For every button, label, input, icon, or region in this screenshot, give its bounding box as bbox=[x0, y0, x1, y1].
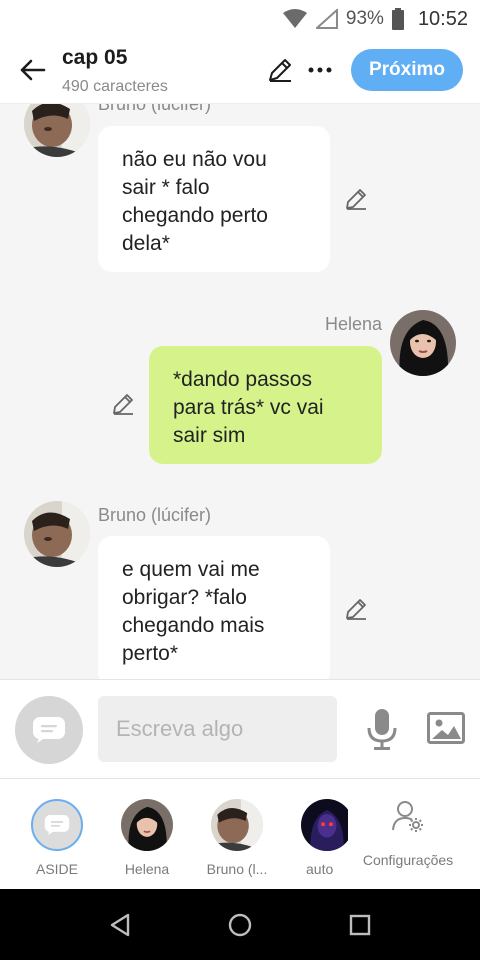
message-input[interactable] bbox=[98, 696, 337, 762]
pencil-icon bbox=[113, 394, 133, 415]
message-bubble[interactable]: e quem vai me obrigar? *falo chegando ma… bbox=[98, 536, 330, 679]
more-icon bbox=[308, 67, 332, 73]
edit-title-button[interactable] bbox=[264, 54, 296, 86]
avatar-bruno[interactable] bbox=[24, 501, 90, 567]
pencil-icon bbox=[346, 189, 366, 210]
avatar-helena[interactable] bbox=[390, 310, 456, 376]
status-bar: 93% 10:52 bbox=[0, 0, 480, 38]
character-helena[interactable]: Helena bbox=[112, 799, 182, 877]
pencil-icon bbox=[346, 599, 366, 620]
chat-bubble-icon bbox=[44, 815, 70, 835]
aside-avatar bbox=[31, 799, 83, 851]
chat-area[interactable]: Bruno (lúcifer) não eu não vou sair * fa… bbox=[0, 104, 480, 679]
app-header: cap 05 490 caracteres Próximo bbox=[0, 38, 480, 104]
microphone-icon bbox=[367, 709, 397, 750]
arrow-left-icon bbox=[20, 59, 46, 81]
avatar-bruno[interactable] bbox=[24, 104, 90, 157]
character-bruno[interactable]: Bruno (l... bbox=[202, 799, 272, 877]
aside-button[interactable] bbox=[15, 696, 83, 764]
avatar bbox=[211, 799, 263, 851]
next-button[interactable]: Próximo bbox=[351, 49, 463, 91]
message-author: Helena bbox=[324, 314, 382, 334]
user-settings-icon bbox=[392, 801, 423, 832]
message-bubble[interactable]: *dando passos para trás* vc vai sair sim bbox=[149, 346, 382, 464]
image-button[interactable] bbox=[426, 708, 466, 748]
character-label: ASIDE bbox=[35, 861, 78, 877]
character-count: 490 caracteres bbox=[62, 78, 168, 95]
signal-icon bbox=[315, 9, 338, 29]
image-icon bbox=[427, 712, 465, 744]
nav-home-button[interactable] bbox=[226, 911, 254, 939]
triangle-back-icon bbox=[110, 913, 130, 937]
pencil-icon bbox=[269, 59, 291, 82]
message-text: *dando passos para trás* vc vai sair sim bbox=[173, 368, 324, 447]
message-composer bbox=[0, 679, 480, 779]
edit-message-button[interactable] bbox=[343, 186, 369, 212]
character-selector: ASIDE Helena Bruno (l... auto Configuraç… bbox=[0, 779, 480, 889]
system-nav-bar bbox=[0, 889, 480, 960]
chat-bubble-icon bbox=[33, 717, 65, 743]
message-author: Bruno (lúcifer) bbox=[98, 104, 212, 114]
battery-percent: 93% bbox=[345, 8, 384, 29]
character-auto[interactable]: auto bbox=[292, 799, 348, 877]
wifi-icon bbox=[282, 9, 308, 29]
edit-message-button[interactable] bbox=[110, 391, 136, 417]
microphone-button[interactable] bbox=[362, 706, 402, 752]
message-bubble[interactable]: não eu não vou sair * falo chegando pert… bbox=[98, 126, 330, 272]
clock: 10:52 bbox=[417, 7, 468, 30]
message-text: não eu não vou sair * falo chegando pert… bbox=[122, 148, 268, 255]
chapter-title: cap 05 bbox=[62, 46, 128, 69]
character-label: Helena bbox=[124, 861, 170, 877]
avatar bbox=[121, 799, 173, 851]
back-button[interactable] bbox=[14, 52, 50, 88]
settings-label: Configurações bbox=[362, 852, 454, 868]
character-label: auto bbox=[306, 861, 334, 877]
square-recents-icon bbox=[349, 914, 371, 936]
edit-message-button[interactable] bbox=[343, 596, 369, 622]
nav-back-button[interactable] bbox=[106, 911, 134, 939]
avatar bbox=[301, 799, 348, 851]
battery-icon bbox=[391, 8, 404, 30]
settings-button[interactable]: Configurações bbox=[356, 799, 460, 868]
more-options-button[interactable] bbox=[304, 54, 336, 86]
circle-home-icon bbox=[228, 913, 252, 937]
message-text: e quem vai me obrigar? *falo chegando ma… bbox=[122, 558, 265, 665]
message-author: Bruno (lúcifer) bbox=[98, 505, 212, 525]
character-aside[interactable]: ASIDE bbox=[22, 799, 92, 877]
character-label: Bruno (l... bbox=[206, 861, 268, 877]
nav-recents-button[interactable] bbox=[346, 911, 374, 939]
